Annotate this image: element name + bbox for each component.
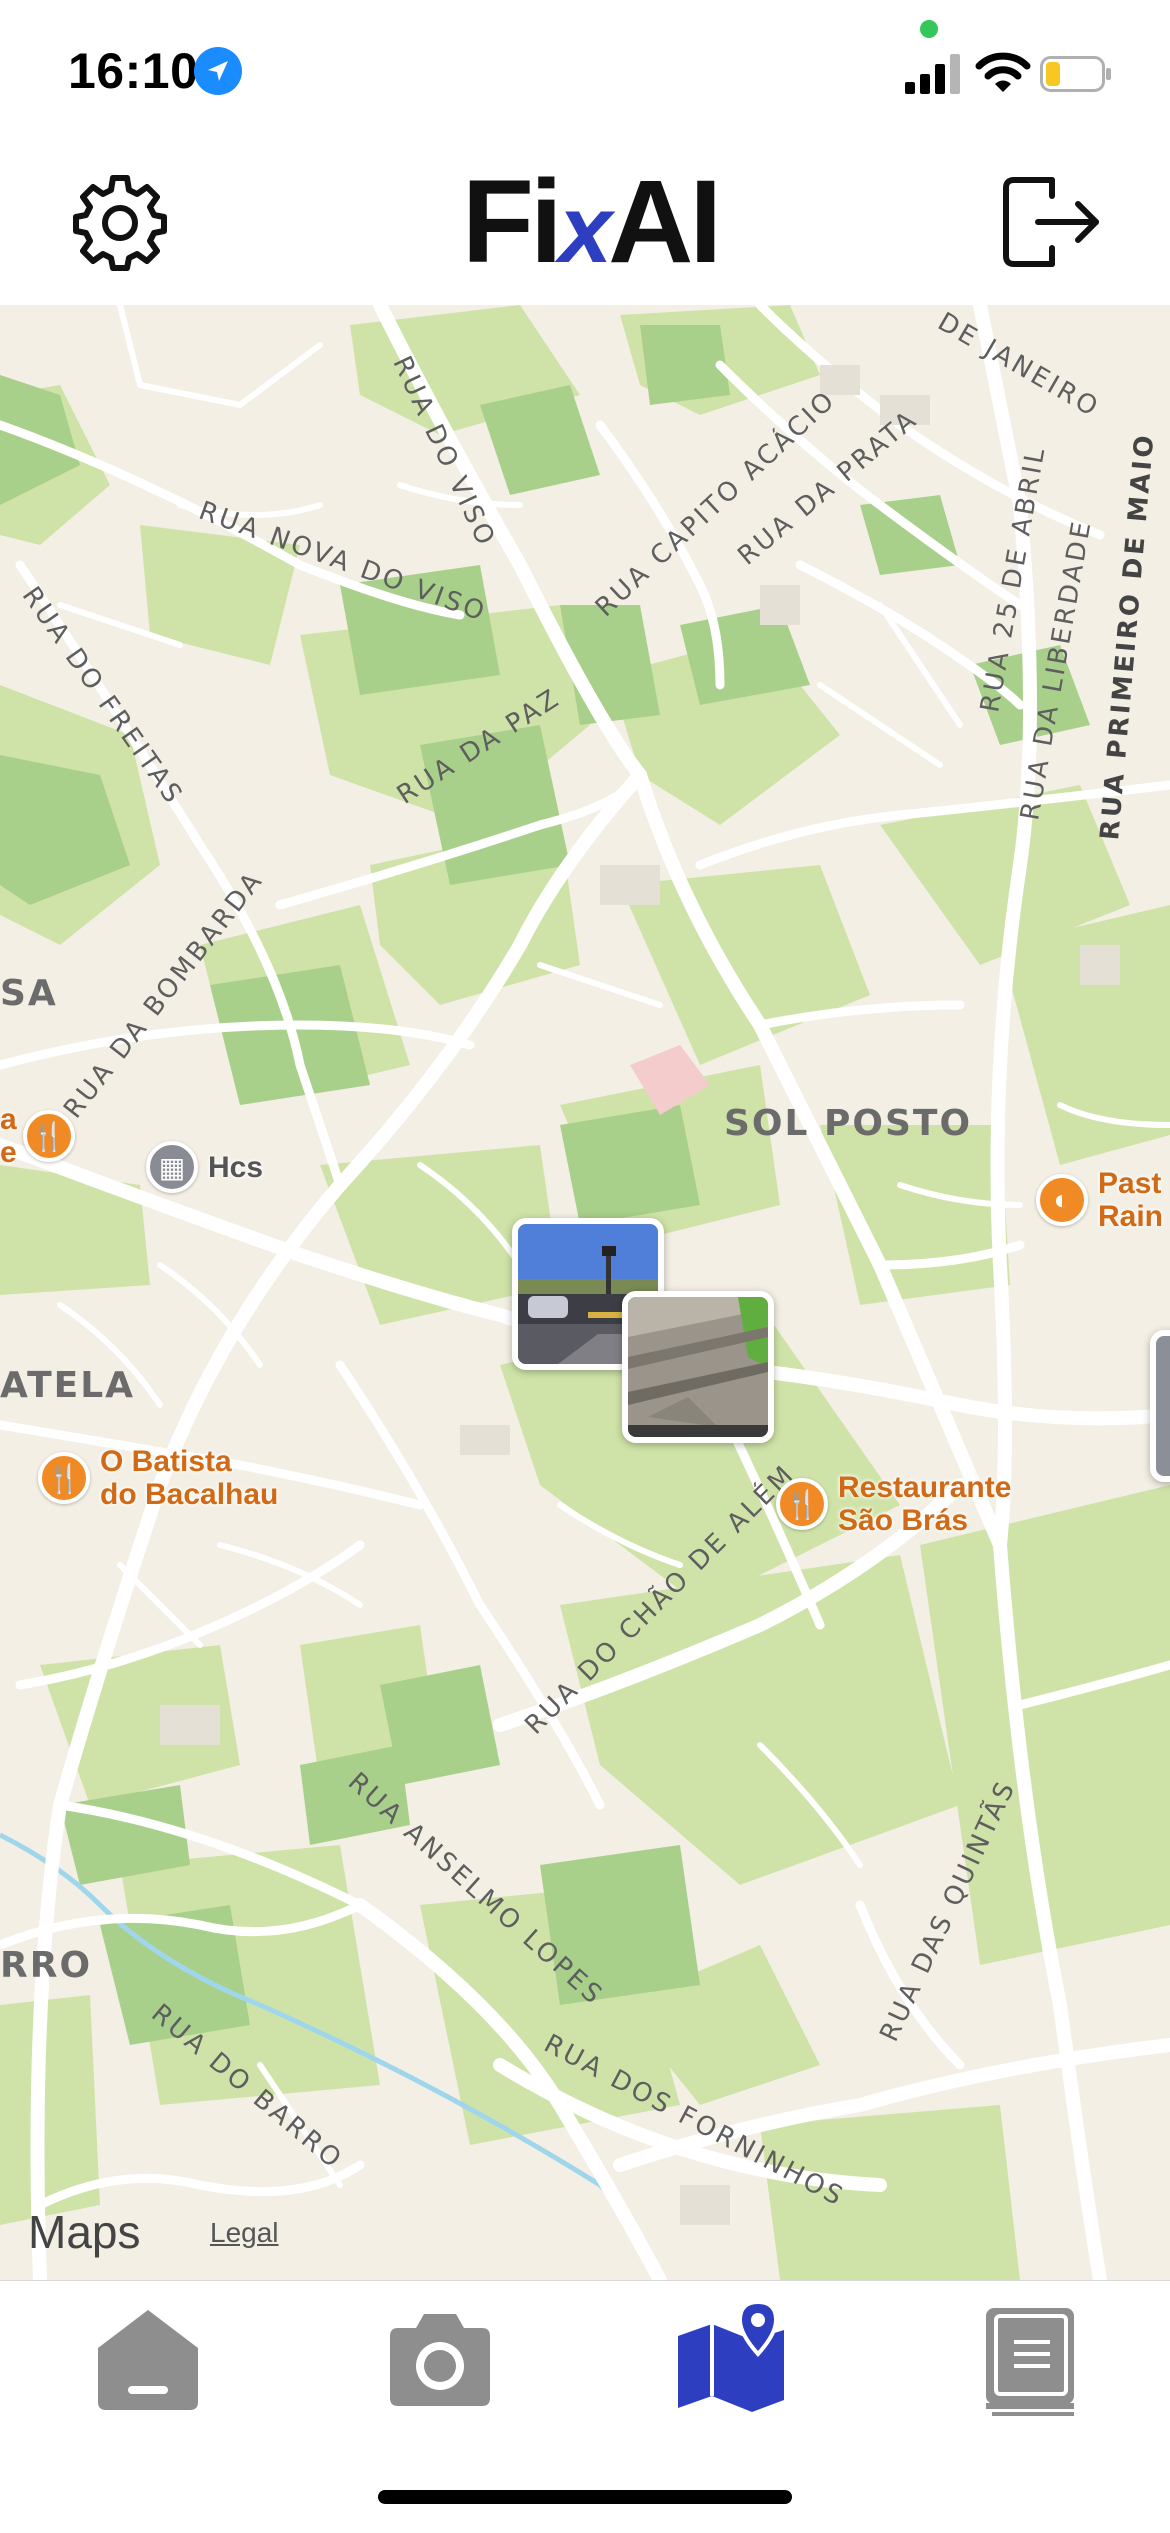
legal-link[interactable]: Legal bbox=[210, 2217, 279, 2249]
logo-text-ai: AI bbox=[608, 156, 722, 288]
poi-label: ae bbox=[0, 1103, 17, 1169]
district-label: ATELA bbox=[0, 1365, 136, 1406]
poi-hcs[interactable]: ▦ Hcs bbox=[146, 1141, 263, 1193]
district-label: SOL POSTO bbox=[724, 1103, 973, 1144]
restaurant-icon: 🍴 bbox=[38, 1452, 90, 1504]
restaurant-icon: 🍴 bbox=[776, 1478, 828, 1530]
logo-text-fi: Fi bbox=[461, 156, 563, 288]
poi-o-batista[interactable]: 🍴 O Batista do Bacalhau bbox=[38, 1445, 278, 1511]
privacy-indicator-dot bbox=[920, 20, 938, 38]
report-photo-pin[interactable] bbox=[622, 1291, 774, 1443]
report-photo-pin[interactable] bbox=[1150, 1330, 1170, 1482]
battery-icon bbox=[1040, 56, 1111, 92]
poi-restaurante-sao-bras[interactable]: 🍴 Restaurante São Brás bbox=[776, 1471, 1011, 1537]
home-icon[interactable] bbox=[88, 2300, 208, 2420]
location-arrow-icon bbox=[194, 47, 242, 95]
book-icon[interactable] bbox=[972, 2300, 1092, 2420]
restaurant-icon: 🍴 bbox=[22, 1110, 75, 1162]
poi-label: Past Rain bbox=[1098, 1167, 1164, 1233]
map-icon[interactable] bbox=[672, 2300, 792, 2420]
report-photo-thumbnail bbox=[1156, 1336, 1170, 1476]
poi-cut-left[interactable]: ae 🍴 bbox=[0, 1103, 75, 1169]
logo-text-x: x bbox=[558, 176, 612, 283]
poi-label: O Batista do Bacalhau bbox=[100, 1445, 279, 1511]
poi-pastelaria[interactable]: ◐ Past Rain bbox=[1036, 1167, 1163, 1233]
status-time: 16:10 bbox=[68, 43, 199, 99]
gear-icon[interactable] bbox=[72, 175, 168, 271]
bakery-icon: ◐ bbox=[1036, 1174, 1088, 1226]
app-logo: FixAI bbox=[440, 163, 740, 283]
report-photo-thumbnail bbox=[628, 1297, 768, 1437]
status-bar: 16:10 bbox=[0, 0, 1170, 150]
maps-attribution: Maps bbox=[28, 2206, 141, 2258]
factory-icon: ▦ bbox=[146, 1141, 198, 1193]
district-label: RRO bbox=[0, 1945, 93, 1986]
cellular-signal-icon bbox=[905, 54, 960, 94]
map-view[interactable]: RUA DO VISO RUA NOVA DO VISO RUA CAPITO … bbox=[0, 305, 1170, 2280]
logout-icon[interactable] bbox=[1000, 172, 1104, 272]
poi-label: Restaurante São Brás bbox=[838, 1471, 1012, 1537]
camera-icon[interactable] bbox=[380, 2300, 500, 2420]
district-label: SA bbox=[0, 973, 58, 1014]
home-indicator[interactable] bbox=[378, 2490, 792, 2504]
wifi-icon bbox=[975, 52, 1031, 92]
poi-label: Hcs bbox=[208, 1150, 264, 1184]
